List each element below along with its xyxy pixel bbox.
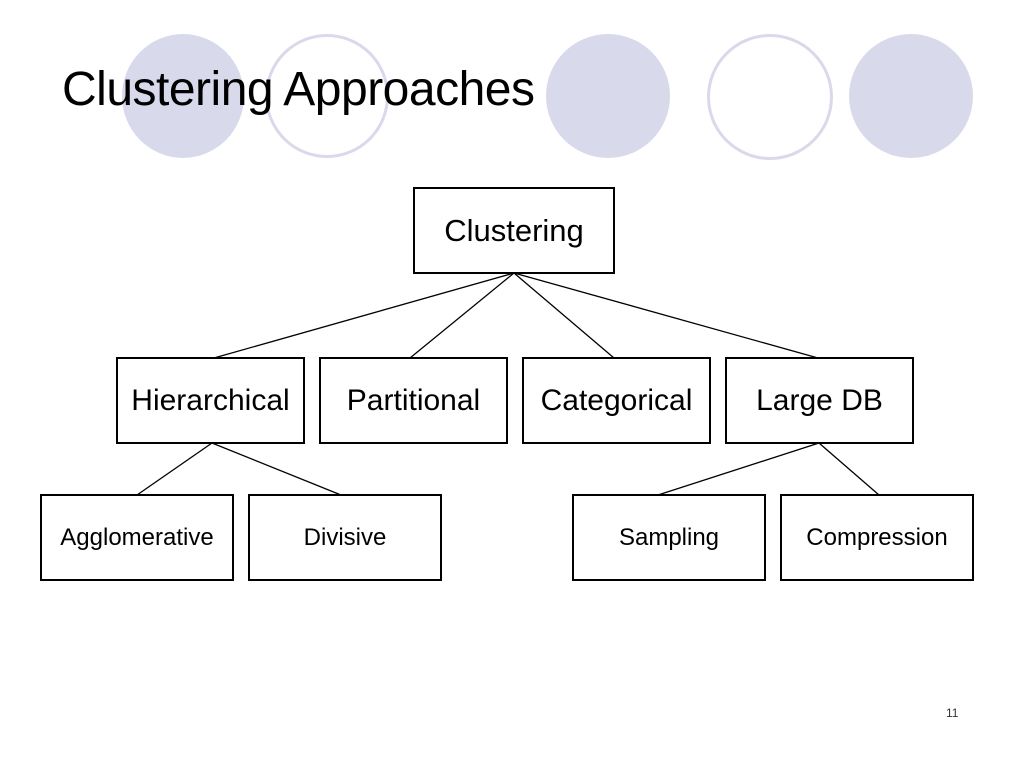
- node-agglomerative: Agglomerative: [40, 494, 234, 581]
- node-categorical: Categorical: [522, 357, 711, 444]
- node-sampling: Sampling: [572, 494, 766, 581]
- slide-number: 11: [946, 706, 959, 720]
- node-clustering: Clustering: [413, 187, 615, 274]
- edge-large-db-sampling: [657, 442, 820, 496]
- edge-hierarchical-agglomerative: [136, 442, 213, 496]
- node-large-db: Large DB: [725, 357, 914, 444]
- edge-large-db-compression: [818, 442, 880, 496]
- edge-clustering-partitional: [409, 272, 515, 359]
- node-partitional: Partitional: [319, 357, 508, 444]
- node-compression: Compression: [780, 494, 974, 581]
- edge-clustering-large-db: [513, 272, 819, 359]
- node-divisive: Divisive: [248, 494, 442, 581]
- edge-clustering-categorical: [513, 272, 615, 359]
- edge-clustering-hierarchical: [213, 272, 515, 359]
- node-hierarchical: Hierarchical: [116, 357, 305, 444]
- edge-hierarchical-divisive: [211, 442, 342, 496]
